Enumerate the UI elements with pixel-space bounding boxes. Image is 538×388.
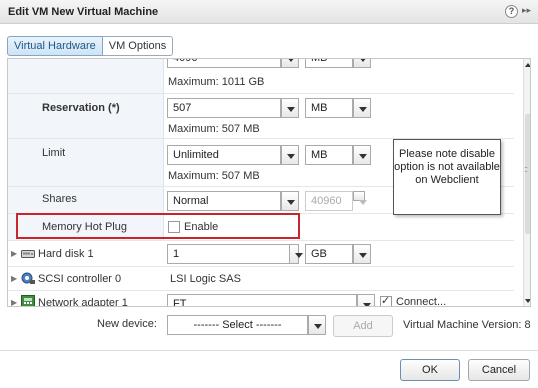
scsi-controller-type: LSI Logic SAS bbox=[170, 273, 241, 285]
limit-maximum-text: Maximum: 507 MB bbox=[168, 170, 260, 182]
hot-plug-highlight-box bbox=[16, 213, 300, 239]
network-adapter-icon bbox=[21, 295, 35, 306]
scroll-up-arrow-icon[interactable] bbox=[524, 59, 530, 69]
shares-dropdown-button[interactable] bbox=[281, 191, 299, 211]
scsi-controller-icon bbox=[21, 272, 35, 284]
tab-virtual-hardware[interactable]: Virtual Hardware bbox=[7, 36, 103, 56]
hard-disk-label: Hard disk 1 bbox=[38, 248, 94, 260]
reservation-maximum-text: Maximum: 507 MB bbox=[168, 123, 260, 135]
memory-size-dropdown-button[interactable] bbox=[281, 59, 299, 68]
network-connect-checkbox[interactable] bbox=[380, 294, 392, 306]
memory-maximum-text: Maximum: 1011 GB bbox=[168, 76, 265, 88]
hard-disk-expand-icon[interactable]: ▶ bbox=[11, 249, 17, 258]
resize-grip-icon: :: bbox=[524, 164, 528, 174]
new-device-label: New device: bbox=[97, 318, 157, 330]
reservation-dropdown-button[interactable] bbox=[281, 98, 299, 118]
dialog-title: Edit VM New Virtual Machine bbox=[8, 6, 159, 18]
memory-unit-select[interactable]: MB bbox=[305, 59, 353, 68]
network-adapter-label: Network adapter 1 bbox=[38, 297, 128, 307]
expand-icon[interactable]: ▸▸ bbox=[522, 5, 531, 16]
new-device-dropdown-button[interactable] bbox=[308, 315, 326, 335]
hard-disk-icon bbox=[21, 250, 35, 258]
callout-text: Please note disable option is not availa… bbox=[394, 148, 500, 186]
footer-divider bbox=[0, 350, 538, 351]
hard-disk-row: ▶ Hard disk 1 1 GB bbox=[8, 241, 514, 267]
cancel-button[interactable]: Cancel bbox=[468, 359, 530, 381]
scrollbar-thumb[interactable] bbox=[525, 114, 530, 234]
limit-unit-select[interactable]: MB bbox=[305, 145, 353, 165]
limit-unit-dropdown-button[interactable] bbox=[353, 145, 371, 165]
scroll-down-arrow-icon[interactable] bbox=[524, 296, 530, 306]
limit-dropdown-button[interactable] bbox=[281, 145, 299, 165]
scsi-expand-icon[interactable]: ▶ bbox=[11, 274, 17, 283]
reservation-unit-select[interactable]: MB bbox=[305, 98, 353, 118]
dialog-titlebar: Edit VM New Virtual Machine ? ▸▸ bbox=[0, 0, 538, 24]
hard-disk-size-stepper[interactable] bbox=[289, 244, 303, 264]
network-dropdown-button[interactable] bbox=[357, 294, 375, 306]
network-adapter-row: ▶ Network adapter 1 FT Connect... bbox=[8, 291, 514, 307]
scsi-controller-label: SCSI controller 0 bbox=[38, 273, 122, 285]
hard-disk-unit-select[interactable]: GB bbox=[305, 244, 353, 264]
reservation-row: Reservation (*) 507 MB Maximum: 507 MB bbox=[8, 94, 514, 139]
shares-select[interactable]: Normal bbox=[167, 191, 281, 211]
reservation-input[interactable]: 507 bbox=[167, 98, 281, 118]
network-expand-icon[interactable]: ▶ bbox=[11, 298, 17, 306]
new-device-select[interactable]: ------- Select ------- bbox=[167, 315, 308, 335]
memory-size-row: 4096 MB Maximum: 1011 GB bbox=[8, 59, 514, 94]
help-icon[interactable]: ? bbox=[505, 5, 518, 18]
shares-label: Shares bbox=[42, 193, 77, 205]
vm-version-text: Virtual Machine Version: 8 bbox=[403, 319, 531, 331]
limit-label: Limit bbox=[42, 147, 66, 159]
memory-unit-dropdown-button[interactable] bbox=[353, 59, 371, 68]
vertical-scrollbar[interactable]: :: bbox=[523, 59, 530, 306]
hard-disk-size-input[interactable]: 1 bbox=[167, 244, 299, 264]
shares-count-stepper bbox=[353, 191, 367, 205]
scsi-controller-row: ▶ SCSI controller 0 LSI Logic SAS bbox=[8, 267, 514, 291]
network-select[interactable]: FT bbox=[167, 294, 357, 306]
callout-note: Please note disable option is not availa… bbox=[393, 139, 501, 215]
ok-button[interactable]: OK bbox=[400, 359, 460, 381]
reservation-label: Reservation (*) bbox=[42, 102, 120, 114]
limit-input[interactable]: Unlimited bbox=[167, 145, 281, 165]
network-connect-label: Connect... bbox=[396, 296, 447, 307]
reservation-unit-dropdown-button[interactable] bbox=[353, 98, 371, 118]
tab-vm-options[interactable]: VM Options bbox=[102, 36, 174, 56]
memory-size-input[interactable]: 4096 bbox=[167, 59, 281, 68]
hard-disk-unit-dropdown-button[interactable] bbox=[353, 244, 371, 264]
tab-bar: Virtual Hardware VM Options bbox=[7, 36, 174, 56]
add-device-button[interactable]: Add bbox=[333, 315, 393, 337]
shares-count-input: 40960 bbox=[305, 191, 353, 211]
